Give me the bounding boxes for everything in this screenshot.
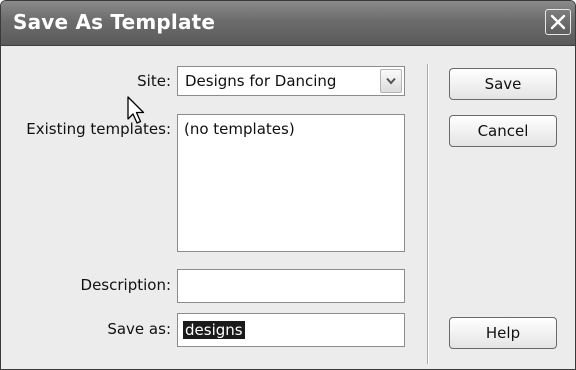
save-as-field[interactable]: designs bbox=[177, 313, 405, 347]
dialog-content: Site: Designs for Dancing Existing templ… bbox=[1, 46, 575, 369]
site-select[interactable]: Designs for Dancing bbox=[177, 66, 405, 96]
save-as-label: Save as: bbox=[107, 320, 171, 338]
window-title: Save As Template bbox=[13, 10, 216, 34]
mouse-pointer-icon bbox=[127, 96, 145, 124]
separator bbox=[427, 64, 429, 364]
save-button[interactable]: Save bbox=[449, 68, 557, 100]
list-item[interactable]: (no templates) bbox=[184, 120, 295, 138]
cancel-button[interactable]: Cancel bbox=[449, 115, 557, 147]
save-as-template-dialog: Save As Template Site: Designs for Danci… bbox=[0, 0, 576, 370]
site-dropdown-button[interactable] bbox=[380, 69, 402, 93]
help-button[interactable]: Help bbox=[449, 317, 557, 349]
existing-templates-label: Existing templates: bbox=[26, 120, 171, 138]
site-select-value: Designs for Dancing bbox=[185, 72, 337, 90]
title-bar[interactable]: Save As Template bbox=[1, 1, 575, 46]
description-field[interactable] bbox=[177, 269, 405, 303]
save-as-value: designs bbox=[183, 321, 245, 339]
description-label: Description: bbox=[80, 276, 171, 294]
site-label: Site: bbox=[137, 72, 171, 90]
close-button[interactable] bbox=[545, 9, 571, 35]
close-icon bbox=[550, 14, 566, 30]
chevron-down-icon bbox=[386, 77, 396, 85]
existing-templates-list[interactable]: (no templates) bbox=[177, 114, 405, 252]
